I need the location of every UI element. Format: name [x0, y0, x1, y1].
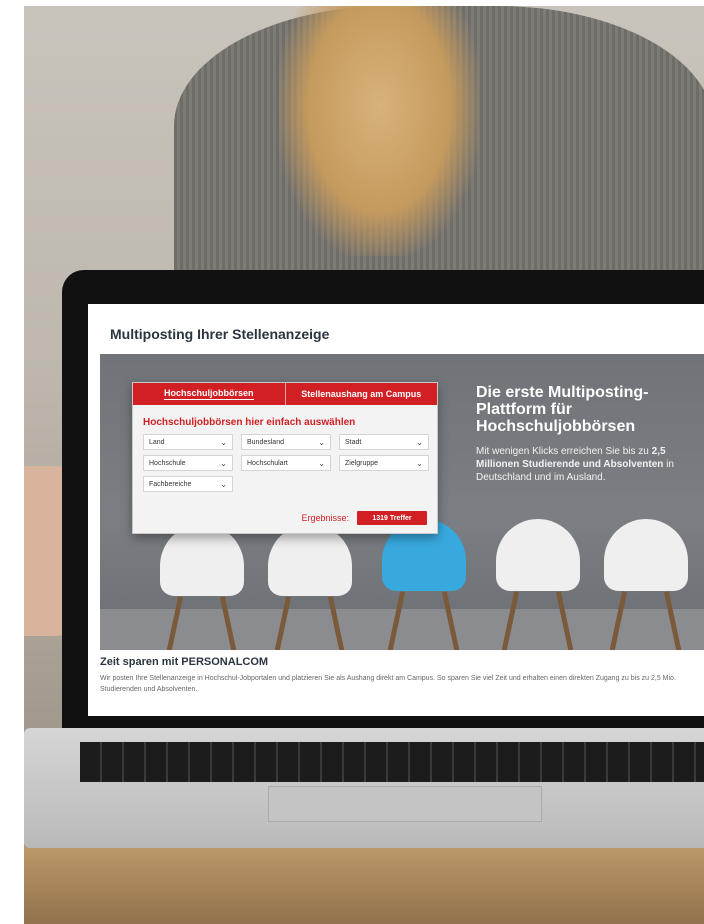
hero-text-part: Mit wenigen Klicks erreichen Sie bis zu	[476, 446, 652, 457]
chevron-down-icon: ⌄	[416, 437, 423, 447]
section-title: Zeit sparen mit PERSONALCOM	[100, 656, 269, 668]
chevron-down-icon: ⌄	[220, 458, 227, 468]
select-bundesland[interactable]: Bundesland ⌄	[241, 434, 331, 450]
laptop-screen: Multiposting Ihrer Stellenanzeige Hochsc…	[88, 304, 704, 716]
hero-paragraph: Mit wenigen Klicks erreichen Sie bis zu …	[476, 445, 704, 484]
select-label: Land	[149, 438, 165, 446]
chevron-down-icon: ⌄	[318, 437, 325, 447]
select-label: Stadt	[345, 438, 362, 446]
select-hochschulart[interactable]: Hochschulart ⌄	[241, 455, 331, 471]
section-text: Wir posten Ihre Stellenanzeige in Hochsc…	[100, 675, 676, 693]
hero-banner: Hochschuljobbörsen Stellenaushang am Cam…	[100, 354, 704, 650]
chair-image	[496, 519, 580, 650]
chair-image	[268, 524, 352, 650]
jobboard-search-box: Hochschuljobbörsen Stellenaushang am Cam…	[132, 382, 438, 534]
filter-selects: Land ⌄ Bundesland ⌄ Stadt ⌄ Hochschule ⌄…	[143, 434, 437, 492]
select-label: Hochschulart	[247, 459, 288, 467]
tab-stellenaushang[interactable]: Stellenaushang am Campus	[286, 383, 438, 405]
chair-blue-image	[382, 519, 466, 650]
results-row: Ergebnisse: 1319 Treffer	[301, 511, 427, 525]
select-label: Zielgruppe	[345, 459, 379, 467]
select-label: Bundesland	[247, 438, 284, 446]
page-title: Multiposting Ihrer Stellenanzeige	[110, 326, 330, 342]
select-fachbereiche[interactable]: Fachbereiche ⌄	[143, 476, 233, 492]
search-heading: Hochschuljobbörsen hier einfach auswähle…	[143, 417, 356, 428]
tab-label: Hochschuljobbörsen	[163, 388, 254, 400]
select-stadt[interactable]: Stadt ⌄	[339, 434, 429, 450]
laptop-trackpad	[268, 786, 542, 822]
select-label: Hochschule	[149, 459, 186, 467]
results-button[interactable]: 1319 Treffer	[357, 511, 427, 525]
tab-label: Stellenaushang am Campus	[301, 389, 422, 399]
select-land[interactable]: Land ⌄	[143, 434, 233, 450]
results-label: Ergebnisse:	[301, 513, 349, 523]
hero-text: Die erste Multiposting-Plattform für Hoc…	[476, 384, 704, 484]
person-hair	[279, 6, 479, 256]
select-label: Fachbereiche	[149, 480, 192, 488]
laptop-keyboard	[80, 742, 704, 782]
chevron-down-icon: ⌄	[220, 437, 227, 447]
chair-image	[604, 519, 688, 650]
hero-headline: Die erste Multiposting-Plattform für Hoc…	[476, 384, 649, 435]
chair-image	[160, 524, 244, 650]
chevron-down-icon: ⌄	[318, 458, 325, 468]
select-hochschule[interactable]: Hochschule ⌄	[143, 455, 233, 471]
search-tabs: Hochschuljobbörsen Stellenaushang am Cam…	[133, 383, 437, 405]
select-zielgruppe[interactable]: Zielgruppe ⌄	[339, 455, 429, 471]
chevron-down-icon: ⌄	[416, 458, 423, 468]
chevron-down-icon: ⌄	[220, 479, 227, 489]
tab-hochschuljobboersen[interactable]: Hochschuljobbörsen	[133, 383, 285, 405]
